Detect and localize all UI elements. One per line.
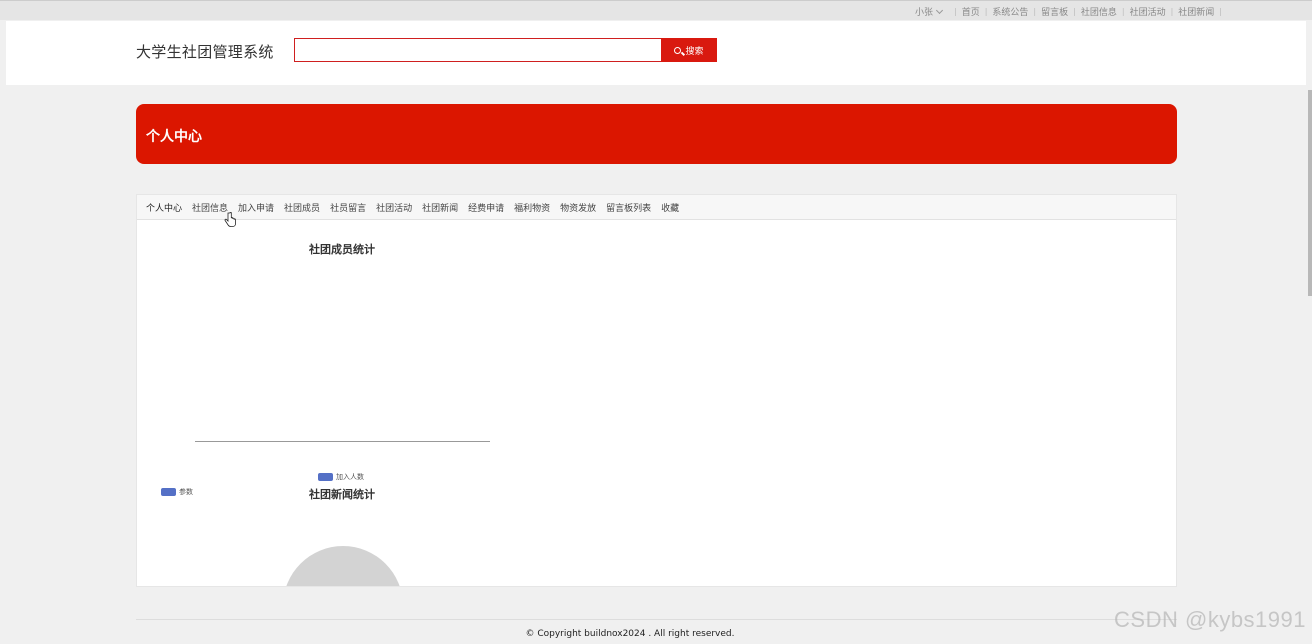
- legend-label: 加入人数: [336, 473, 364, 481]
- nav-club-activities[interactable]: 社团活动: [1125, 5, 1171, 18]
- legend-label: 参数: [179, 488, 193, 496]
- member-chart-axis: [195, 441, 490, 442]
- tab-favorites[interactable]: 收藏: [656, 201, 684, 214]
- tab-club-members[interactable]: 社团成员: [279, 201, 325, 214]
- member-chart-legend[interactable]: 加入人数: [318, 472, 364, 482]
- tab-join-application[interactable]: 加入申请: [233, 201, 279, 214]
- news-chart-title: 社团新闻统计: [309, 488, 375, 501]
- footer-divider: [136, 619, 1177, 620]
- content-panel: 个人中心 社团信息 加入申请 社团成员 社员留言 社团活动 社团新闻 经费申请 …: [136, 194, 1177, 587]
- nav-announcements[interactable]: 系统公告: [987, 5, 1033, 18]
- legend-swatch: [318, 473, 333, 481]
- tab-club-news[interactable]: 社团新闻: [417, 201, 463, 214]
- tab-club-activities[interactable]: 社团活动: [371, 201, 417, 214]
- news-chart-legend[interactable]: 参数: [161, 487, 193, 497]
- site-title[interactable]: 大学生社团管理系统: [136, 41, 274, 62]
- nav-message-board[interactable]: 留言板: [1036, 5, 1073, 18]
- tab-welfare-supplies[interactable]: 福利物资: [509, 201, 555, 214]
- nav-club-info[interactable]: 社团信息: [1076, 5, 1122, 18]
- tab-member-messages[interactable]: 社员留言: [325, 201, 371, 214]
- center-tabs: 个人中心 社团信息 加入申请 社团成员 社员留言 社团活动 社团新闻 经费申请 …: [137, 195, 1176, 220]
- search-icon: [674, 46, 682, 54]
- user-name: 小张: [914, 8, 933, 18]
- member-chart-title: 社团成员统计: [309, 243, 375, 256]
- user-menu[interactable]: 小张: [915, 5, 954, 18]
- watermark: CSDN @kybs1991: [1114, 607, 1306, 632]
- hand-cursor-icon: [224, 212, 236, 227]
- page-banner: 个人中心: [136, 104, 1177, 164]
- tab-supply-distribution[interactable]: 物资发放: [555, 201, 601, 214]
- search-button[interactable]: 搜索: [661, 38, 717, 62]
- news-pie-chart: [283, 546, 403, 586]
- nav-club-news[interactable]: 社团新闻: [1173, 5, 1219, 18]
- scrollbar[interactable]: [1308, 90, 1312, 296]
- page-title: 个人中心: [146, 129, 202, 145]
- nav-home[interactable]: 首页: [957, 5, 985, 18]
- header: 大学生社团管理系统 搜索: [6, 21, 1306, 85]
- legend-swatch: [161, 488, 176, 496]
- chevron-down-icon: [935, 6, 944, 14]
- search-input[interactable]: [294, 38, 662, 62]
- tab-funding-application[interactable]: 经费申请: [463, 201, 509, 214]
- tab-message-board-list[interactable]: 留言板列表: [601, 201, 656, 214]
- search-button-label: 搜索: [685, 46, 704, 57]
- tab-personal-center[interactable]: 个人中心: [141, 201, 187, 214]
- top-nav: 小张 | 首页 | 系统公告 | 留言板 | 社团信息 | 社团活动 | 社团新…: [914, 5, 1222, 18]
- top-bar: 小张 | 首页 | 系统公告 | 留言板 | 社团信息 | 社团活动 | 社团新…: [0, 0, 1312, 20]
